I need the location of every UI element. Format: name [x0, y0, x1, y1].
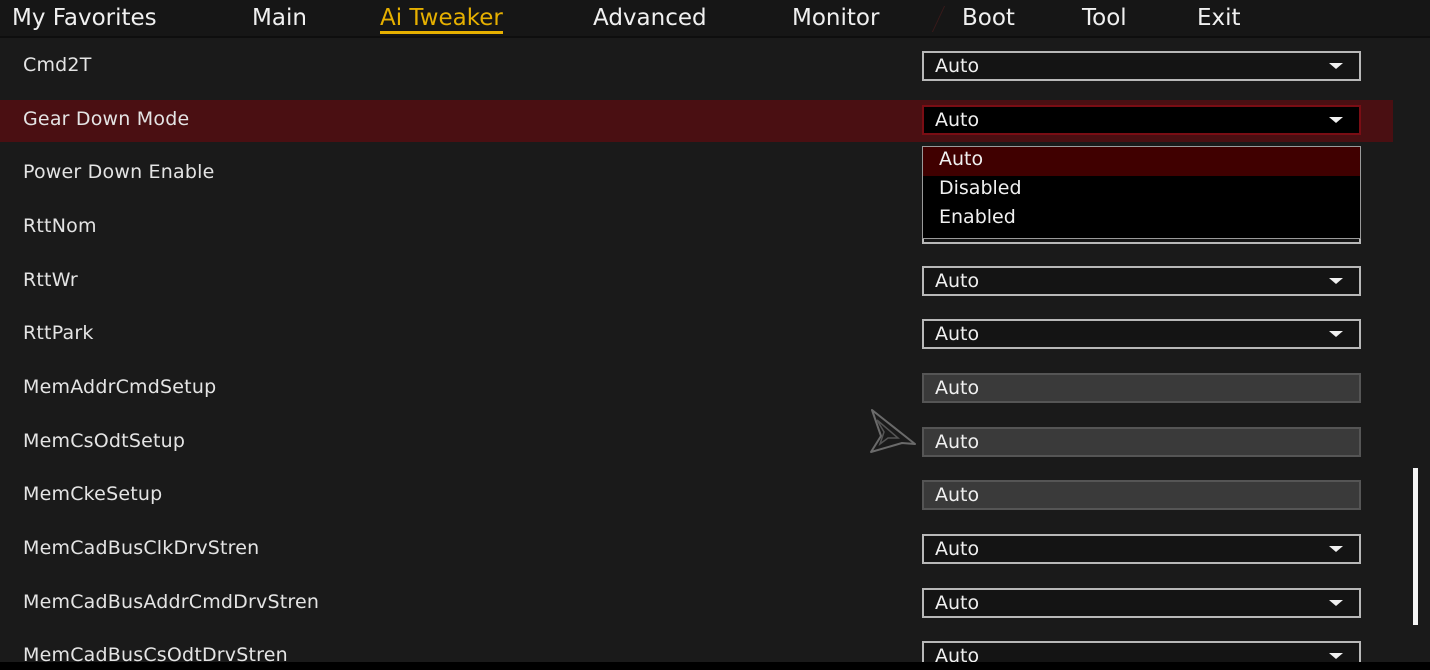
- scrollbar-thumb[interactable]: [1413, 468, 1418, 625]
- setting-row-rttpark[interactable]: RttPark Auto: [0, 314, 1393, 356]
- settings-list: Cmd2T Auto Gear Down Mode Auto Power Dow…: [0, 40, 1430, 662]
- bottom-bar: [0, 662, 1430, 670]
- setting-select[interactable]: Auto: [922, 588, 1361, 618]
- chevron-down-icon: [1329, 653, 1343, 659]
- setting-row-memckesetup: MemCkeSetup Auto: [0, 475, 1393, 517]
- select-value: Auto: [935, 538, 980, 560]
- tab-ai-tweaker[interactable]: Ai Tweaker: [380, 4, 503, 34]
- setting-label: Power Down Enable: [23, 161, 215, 183]
- select-value: Auto: [935, 431, 980, 453]
- setting-row-memcadbusaddrcmddrvstren[interactable]: MemCadBusAddrCmdDrvStren Auto: [0, 583, 1393, 625]
- setting-label: MemAddrCmdSetup: [23, 376, 217, 398]
- select-value: Auto: [935, 377, 980, 399]
- top-nav: My Favorites Main Ai Tweaker Advanced Mo…: [0, 0, 1430, 38]
- setting-select[interactable]: Auto: [922, 266, 1361, 296]
- setting-label: MemCsOdtSetup: [23, 430, 186, 452]
- setting-row-memcadbuscsodtdrvstren[interactable]: MemCadBusCsOdtDrvStren Auto: [0, 636, 1393, 662]
- tab-main[interactable]: Main: [252, 4, 307, 32]
- setting-label: MemCadBusClkDrvStren: [23, 537, 260, 559]
- chevron-down-icon: [1329, 331, 1343, 337]
- setting-value-disabled: Auto: [922, 373, 1361, 403]
- select-value: Auto: [935, 645, 980, 662]
- chevron-down-icon: [1329, 278, 1343, 284]
- setting-label: Cmd2T: [23, 54, 92, 76]
- setting-value-disabled: Auto: [922, 427, 1361, 457]
- setting-value-disabled: Auto: [922, 480, 1361, 510]
- setting-label: RttPark: [23, 322, 94, 344]
- setting-row-memaddrcmdsetup: MemAddrCmdSetup Auto: [0, 368, 1393, 410]
- setting-label: RttWr: [23, 269, 78, 291]
- chevron-down-icon: [1329, 546, 1343, 552]
- setting-select[interactable]: Auto: [922, 641, 1361, 662]
- dropdown-option-enabled[interactable]: Enabled: [923, 205, 1360, 234]
- tab-advanced[interactable]: Advanced: [593, 4, 707, 32]
- select-value: Auto: [935, 323, 980, 345]
- select-value: Auto: [935, 270, 980, 292]
- select-value: Auto: [935, 484, 980, 506]
- dropdown-option-auto[interactable]: Auto: [923, 147, 1360, 176]
- tab-boot[interactable]: Boot: [962, 4, 1015, 32]
- chevron-down-icon: [1329, 63, 1343, 69]
- select-value: Auto: [935, 109, 980, 131]
- setting-row-memcsodtsetup: MemCsOdtSetup Auto: [0, 422, 1393, 464]
- setting-label: RttNom: [23, 215, 97, 237]
- setting-select[interactable]: Auto: [922, 51, 1361, 81]
- tab-exit[interactable]: Exit: [1197, 4, 1241, 32]
- setting-label: MemCkeSetup: [23, 483, 163, 505]
- gear-down-mode-dropdown: Auto Disabled Enabled: [922, 146, 1361, 239]
- select-value: Auto: [935, 55, 980, 77]
- mouse-cursor-icon: [870, 409, 916, 453]
- setting-select[interactable]: Auto: [922, 534, 1361, 564]
- select-value: Auto: [935, 592, 980, 614]
- tab-tool[interactable]: Tool: [1082, 4, 1127, 32]
- tab-monitor[interactable]: Monitor: [792, 4, 879, 32]
- chevron-down-icon: [1329, 600, 1343, 606]
- setting-label: MemCadBusAddrCmdDrvStren: [23, 591, 320, 613]
- nav-divider: [931, 6, 946, 32]
- setting-row-cmd2t[interactable]: Cmd2T Auto: [0, 46, 1393, 88]
- setting-row-gear-down-mode[interactable]: Gear Down Mode Auto: [0, 100, 1393, 142]
- setting-select[interactable]: Auto: [922, 105, 1361, 135]
- tab-my-favorites[interactable]: My Favorites: [12, 4, 157, 32]
- setting-row-memcadbusclkdrvstren[interactable]: MemCadBusClkDrvStren Auto: [0, 529, 1393, 571]
- setting-select[interactable]: Auto: [922, 319, 1361, 349]
- chevron-down-icon: [1329, 117, 1343, 123]
- setting-label: MemCadBusCsOdtDrvStren: [23, 644, 288, 662]
- setting-label: Gear Down Mode: [23, 108, 190, 130]
- dropdown-option-disabled[interactable]: Disabled: [923, 176, 1360, 205]
- setting-row-rttwr[interactable]: RttWr Auto: [0, 261, 1393, 303]
